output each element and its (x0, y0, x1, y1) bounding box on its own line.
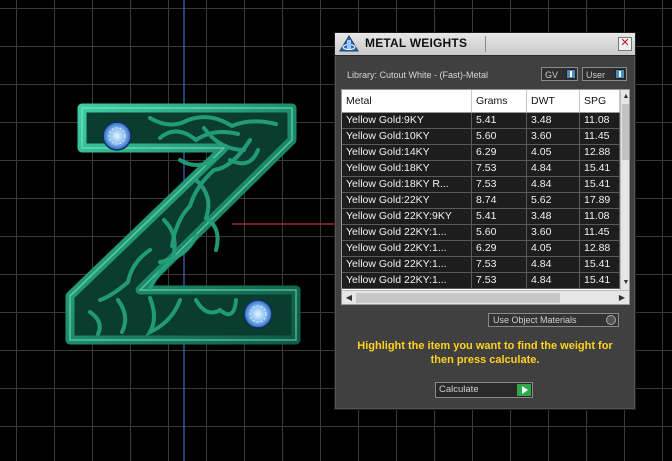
table-body: Yellow Gold:9KY 5.41 3.48 11.08 Yellow Gold… (342, 113, 620, 289)
cell-metal: Yellow Gold 22KY:9KY (342, 209, 472, 224)
cell-grams: 5.60 (472, 129, 527, 144)
play-icon (517, 384, 531, 396)
table-row[interactable]: Yellow Gold:10KY 5.60 3.60 11.45 (342, 129, 620, 145)
cell-spg: 15.41 (580, 177, 620, 192)
metal-weights-panel: METAL WEIGHTS ✕ Library: Cutout White - … (334, 32, 636, 410)
table-row[interactable]: Yellow Gold 22KY:1... 5.60 3.60 11.45 (342, 225, 620, 241)
close-icon[interactable]: ✕ (618, 37, 632, 51)
panel-titlebar[interactable]: METAL WEIGHTS ✕ (335, 33, 635, 56)
cell-dwt: 4.05 (527, 145, 580, 160)
cell-spg: 11.08 (580, 209, 620, 224)
cell-grams: 6.29 (472, 145, 527, 160)
use-object-materials-toggle[interactable]: Use Object Materials (488, 313, 619, 327)
cell-dwt: 3.60 (527, 225, 580, 240)
cell-grams: 7.53 (472, 273, 527, 288)
calculate-label: Calculate (439, 384, 479, 395)
cell-grams: 5.60 (472, 225, 527, 240)
horizontal-scroll-thumb[interactable] (356, 293, 560, 303)
calculate-button[interactable]: Calculate (435, 382, 533, 398)
gem-top-left (102, 121, 132, 151)
cell-spg: 11.45 (580, 225, 620, 240)
column-header-metal[interactable]: Metal (342, 90, 472, 112)
cell-spg: 12.88 (580, 241, 620, 256)
cell-spg: 11.45 (580, 129, 620, 144)
cell-metal: Yellow Gold:10KY (342, 129, 472, 144)
cell-grams: 7.53 (472, 161, 527, 176)
cell-dwt: 4.05 (527, 241, 580, 256)
scroll-right-icon[interactable]: ▶ (617, 292, 627, 304)
horizontal-scrollbar[interactable]: ◀ ▶ (342, 290, 629, 304)
cell-metal: Yellow Gold:22KY (342, 193, 472, 208)
cell-metal: Yellow Gold 22KY:1... (342, 241, 472, 256)
vertical-scrollbar[interactable]: ▲ ▼ (620, 90, 629, 290)
cell-dwt: 3.48 (527, 113, 580, 128)
cell-metal: Yellow Gold:9KY (342, 113, 472, 128)
cell-dwt: 3.60 (527, 129, 580, 144)
cell-dwt: 4.84 (527, 257, 580, 272)
cell-grams: 5.41 (472, 113, 527, 128)
column-header-spg[interactable]: SPG (580, 90, 620, 112)
scroll-up-icon[interactable]: ▲ (622, 92, 629, 102)
table-row[interactable]: Yellow Gold:18KY R... 7.53 4.84 15.41 (342, 177, 620, 193)
library-label: Library: Cutout White - (Fast)-Metal (347, 70, 489, 80)
table-row[interactable]: Yellow Gold 22KY:9KY 5.41 3.48 11.08 (342, 209, 620, 225)
vertical-scroll-thumb[interactable] (622, 104, 629, 160)
column-header-dwt[interactable]: DWT (527, 90, 580, 112)
cell-grams: 5.41 (472, 209, 527, 224)
metal-weights-app-icon (339, 35, 359, 52)
cell-dwt: 4.84 (527, 161, 580, 176)
table-row[interactable]: Yellow Gold 22KY:1... 7.53 4.84 15.41 (342, 257, 620, 273)
cell-metal: Yellow Gold 22KY:1... (342, 225, 472, 240)
table-row[interactable]: Yellow Gold 22KY:1... 7.53 4.84 15.41 (342, 273, 620, 289)
cell-dwt: 5.62 (527, 193, 580, 208)
table-header: Metal Grams DWT SPG (342, 90, 620, 113)
gv-toggle[interactable]: GV (541, 67, 578, 81)
cell-dwt: 3.48 (527, 209, 580, 224)
table-row[interactable]: Yellow Gold:9KY 5.41 3.48 11.08 (342, 113, 620, 129)
cell-spg: 15.41 (580, 273, 620, 288)
scroll-left-icon[interactable]: ◀ (344, 292, 354, 304)
cell-grams: 8.74 (472, 193, 527, 208)
instruction-text: Highlight the item you want to find the … (357, 340, 613, 366)
cell-spg: 15.41 (580, 257, 620, 272)
cell-spg: 12.88 (580, 145, 620, 160)
table-row[interactable]: Yellow Gold:14KY 6.29 4.05 12.88 (342, 145, 620, 161)
table-row[interactable]: Yellow Gold:22KY 8.74 5.62 17.89 (342, 193, 620, 209)
use-object-materials-label: Use Object Materials (493, 315, 577, 325)
cell-grams: 7.53 (472, 177, 527, 192)
cell-metal: Yellow Gold:18KY (342, 161, 472, 176)
table-row[interactable]: Yellow Gold 22KY:1... 6.29 4.05 12.88 (342, 241, 620, 257)
table-row[interactable]: Yellow Gold:18KY 7.53 4.84 15.41 (342, 161, 620, 177)
scroll-down-icon[interactable]: ▼ (622, 278, 629, 288)
cell-dwt: 4.84 (527, 177, 580, 192)
cell-metal: Yellow Gold 22KY:1... (342, 257, 472, 272)
metal-table[interactable]: Metal Grams DWT SPG Yellow Gold:9KY 5.41 3… (341, 89, 630, 305)
title-divider (485, 36, 486, 52)
cell-spg: 17.89 (580, 193, 620, 208)
cell-metal: Yellow Gold 22KY:1... (342, 273, 472, 288)
gv-toggle-label: GV (545, 70, 559, 80)
cell-spg: 11.08 (580, 113, 620, 128)
user-toggle-indicator (615, 69, 625, 79)
cell-grams: 6.29 (472, 241, 527, 256)
cell-dwt: 4.84 (527, 273, 580, 288)
cell-metal: Yellow Gold:14KY (342, 145, 472, 160)
cell-metal: Yellow Gold:18KY R... (342, 177, 472, 192)
column-header-grams[interactable]: Grams (472, 90, 527, 112)
gem-bottom-right (243, 299, 273, 329)
cell-spg: 15.41 (580, 161, 620, 176)
user-toggle[interactable]: User (582, 67, 627, 81)
user-toggle-label: User (586, 70, 606, 80)
gv-toggle-indicator (566, 69, 576, 79)
radio-circle-icon (606, 315, 616, 325)
cell-grams: 7.53 (472, 257, 527, 272)
panel-title: METAL WEIGHTS (365, 36, 468, 50)
